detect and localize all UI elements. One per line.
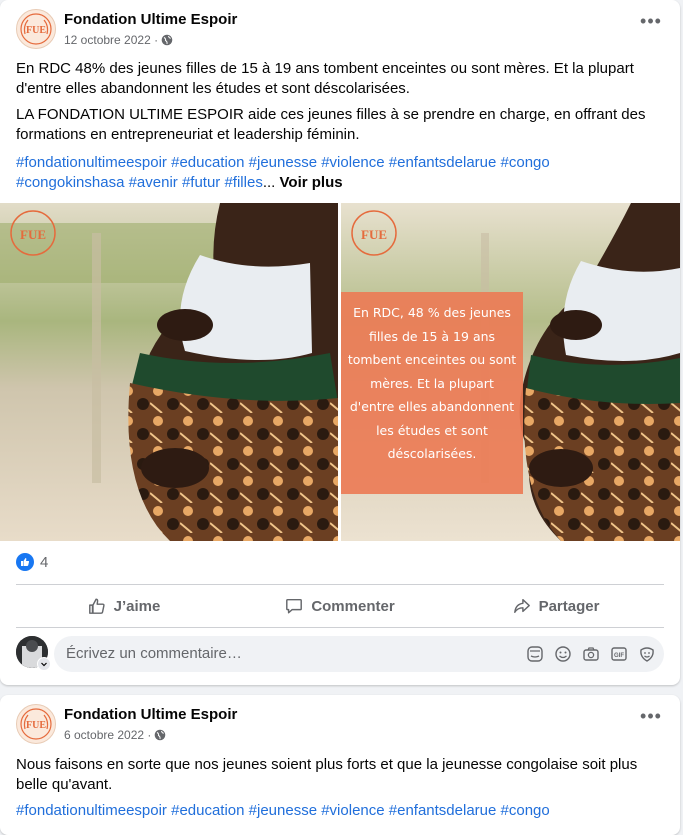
post-actions: J’aime Commenter Partager bbox=[16, 588, 664, 624]
brand-logo-text: FUE bbox=[20, 227, 46, 242]
post-date[interactable]: 6 octobre 2022 · bbox=[64, 728, 151, 742]
comment-input[interactable]: Écrivez un commentaire… GIF bbox=[54, 636, 664, 672]
reaction-count: 4 bbox=[40, 553, 49, 571]
post-text-paragraph-1: Nous faisons en sorte que nos jeunes soi… bbox=[16, 756, 638, 793]
overlay-text: En RDC, 48 % des jeunes filles de 15 à 1… bbox=[347, 305, 517, 461]
post-card: FUE Fondation Ultime Espoir 6 octobre 20… bbox=[0, 695, 680, 835]
like-reaction-icon bbox=[16, 553, 34, 571]
comment-tools: GIF bbox=[524, 644, 658, 664]
share-label: Partager bbox=[538, 597, 600, 615]
share-button[interactable]: Partager bbox=[448, 588, 664, 624]
emoji-icon[interactable] bbox=[552, 644, 574, 664]
post-header: FUE Fondation Ultime Espoir 6 octobre 20… bbox=[16, 703, 664, 747]
comment-icon bbox=[286, 598, 303, 614]
svg-text:GIF: GIF bbox=[614, 653, 624, 659]
post-photo-1[interactable]: FUE bbox=[0, 203, 338, 541]
post-date[interactable]: 12 octobre 2022 · bbox=[64, 33, 158, 47]
post-photo-2[interactable]: FUE En RDC, 48 % des jeunes filles de 15… bbox=[341, 203, 680, 541]
sticker-icon[interactable] bbox=[524, 644, 546, 664]
divider-top bbox=[16, 584, 664, 585]
reactions-summary[interactable]: 4 bbox=[16, 553, 48, 571]
hashtags-link[interactable]: #fondationultimeespoir #education #jeune… bbox=[16, 802, 550, 819]
gif-icon[interactable]: GIF bbox=[608, 644, 630, 664]
page-avatar[interactable]: FUE bbox=[16, 704, 56, 744]
brand-logo-icon: FUE bbox=[20, 13, 52, 45]
svg-text:FUE: FUE bbox=[26, 25, 46, 36]
post-author[interactable]: Fondation Ultime Espoir bbox=[64, 706, 237, 723]
comment-placeholder: Écrivez un commentaire… bbox=[66, 645, 242, 662]
more-icon: ••• bbox=[640, 11, 662, 31]
post-author[interactable]: Fondation Ultime Espoir bbox=[64, 11, 237, 28]
svg-text:FUE: FUE bbox=[361, 227, 387, 242]
post-header: FUE Fondation Ultime Espoir 12 octobre 2… bbox=[16, 8, 664, 52]
hashtags-ellipsis: ... bbox=[262, 174, 276, 191]
more-icon: ••• bbox=[640, 706, 662, 726]
more-options-button[interactable]: ••• bbox=[636, 706, 666, 733]
post-meta: 12 octobre 2022 · bbox=[64, 33, 173, 47]
brand-logo-icon: FUE bbox=[20, 708, 52, 740]
comment-label: Commenter bbox=[311, 597, 395, 615]
post-text-paragraph-2: LA FONDATION ULTIME ESPOIR aide ces jeun… bbox=[16, 106, 646, 143]
like-button[interactable]: J’aime bbox=[16, 588, 232, 624]
more-options-button[interactable]: ••• bbox=[636, 11, 666, 38]
see-more-link[interactable]: Voir plus bbox=[280, 174, 343, 191]
globe-icon[interactable] bbox=[161, 34, 173, 46]
share-icon bbox=[513, 598, 530, 614]
post-hashtags-block: #fondationultimeespoir #education #jeune… bbox=[16, 153, 660, 193]
like-icon bbox=[88, 598, 105, 614]
page-avatar[interactable]: FUE bbox=[16, 9, 56, 49]
camera-icon[interactable] bbox=[580, 644, 602, 664]
like-label: J’aime bbox=[113, 597, 161, 615]
comment-composer: Écrivez un commentaire… GIF bbox=[16, 636, 664, 672]
pregnant-woman-photo: FUE bbox=[0, 203, 338, 541]
post-card: FUE Fondation Ultime Espoir 12 octobre 2… bbox=[0, 0, 680, 685]
post-text-paragraph-1: En RDC 48% des jeunes filles de 15 à 19 … bbox=[16, 60, 634, 97]
globe-icon[interactable] bbox=[154, 729, 166, 741]
divider-bottom bbox=[16, 627, 664, 628]
chevron-down-icon[interactable] bbox=[37, 657, 51, 671]
comment-button[interactable]: Commenter bbox=[232, 588, 448, 624]
avatar-sticker-icon[interactable] bbox=[636, 644, 658, 664]
svg-text:FUE: FUE bbox=[26, 720, 46, 731]
post-meta: 6 octobre 2022 · bbox=[64, 728, 166, 742]
post-hashtags-block: #fondationultimeespoir #education #jeune… bbox=[16, 801, 660, 821]
